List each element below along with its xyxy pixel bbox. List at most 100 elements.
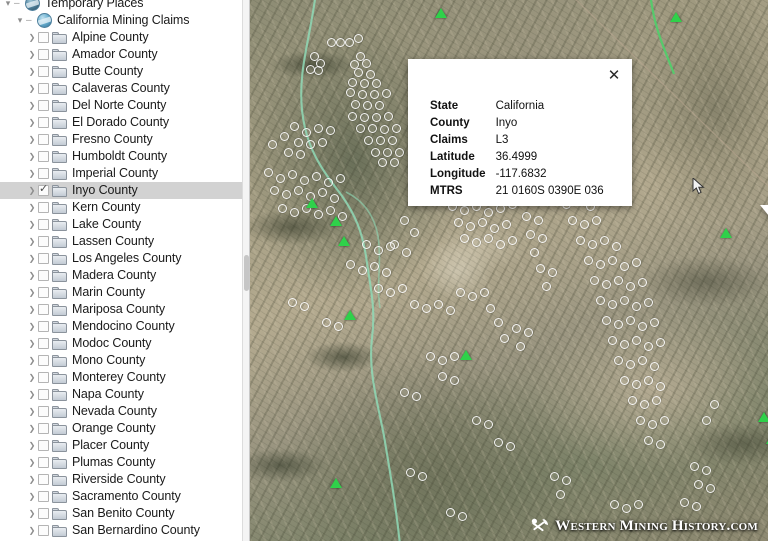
mining-claim-marker[interactable] xyxy=(600,236,609,245)
mining-claim-marker[interactable] xyxy=(395,148,404,157)
mining-claim-marker[interactable] xyxy=(638,278,647,287)
tree-item-kern-county[interactable]: Kern County xyxy=(0,199,249,216)
chevron-right-icon[interactable] xyxy=(26,148,38,165)
mining-claim-marker[interactable] xyxy=(410,228,419,237)
mining-claim-marker[interactable] xyxy=(282,190,291,199)
mining-claim-marker[interactable] xyxy=(294,186,303,195)
mining-claim-marker[interactable] xyxy=(378,158,387,167)
checkbox[interactable] xyxy=(38,83,49,94)
mining-claim-marker[interactable] xyxy=(652,396,661,405)
mining-claim-marker[interactable] xyxy=(288,170,297,179)
mining-claim-marker[interactable] xyxy=(486,304,495,313)
places-tree[interactable]: Temporary Places California Mining Claims… xyxy=(0,0,249,539)
checkbox[interactable] xyxy=(38,457,49,468)
tree-item-el-dorado-county[interactable]: El Dorado County xyxy=(0,114,249,131)
mining-claim-marker[interactable] xyxy=(484,208,493,217)
chevron-right-icon[interactable] xyxy=(26,522,38,539)
chevron-down-icon[interactable] xyxy=(14,12,26,29)
mining-claim-marker[interactable] xyxy=(628,396,637,405)
tree-item-monterey-county[interactable]: Monterey County xyxy=(0,369,249,386)
mining-claim-marker[interactable] xyxy=(384,112,393,121)
mining-claim-marker[interactable] xyxy=(650,318,659,327)
mining-claim-marker[interactable] xyxy=(294,138,303,147)
mining-claim-marker[interactable] xyxy=(358,266,367,275)
mining-claim-marker[interactable] xyxy=(680,498,689,507)
mining-claim-marker[interactable] xyxy=(632,258,641,267)
mining-claim-marker[interactable] xyxy=(386,288,395,297)
mining-claim-marker[interactable] xyxy=(542,282,551,291)
mining-claim-marker[interactable] xyxy=(426,352,435,361)
mining-claim-marker[interactable] xyxy=(644,436,653,445)
chevron-right-icon[interactable] xyxy=(26,386,38,403)
places-panel[interactable]: Temporary Places California Mining Claims… xyxy=(0,0,250,541)
mining-claim-marker[interactable] xyxy=(530,248,539,257)
checkbox[interactable] xyxy=(38,236,49,247)
mining-claim-marker[interactable] xyxy=(312,172,321,181)
mining-claim-marker[interactable] xyxy=(454,218,463,227)
mining-claim-marker[interactable] xyxy=(500,334,509,343)
chevron-right-icon[interactable] xyxy=(26,420,38,437)
mining-claim-marker[interactable] xyxy=(562,476,571,485)
mining-claim-marker[interactable] xyxy=(372,113,381,122)
chevron-right-icon[interactable] xyxy=(26,233,38,250)
chevron-right-icon[interactable] xyxy=(26,114,38,131)
mining-claim-marker[interactable] xyxy=(490,224,499,233)
chevron-right-icon[interactable] xyxy=(26,403,38,420)
mining-claim-marker[interactable] xyxy=(318,188,327,197)
mining-claim-marker[interactable] xyxy=(390,158,399,167)
mining-claim-marker[interactable] xyxy=(376,136,385,145)
mine-site-marker[interactable] xyxy=(344,310,356,320)
mining-claim-marker[interactable] xyxy=(422,304,431,313)
chevron-right-icon[interactable] xyxy=(26,454,38,471)
mining-claim-marker[interactable] xyxy=(458,512,467,521)
mining-claim-marker[interactable] xyxy=(496,240,505,249)
mining-claim-marker[interactable] xyxy=(278,204,287,213)
mining-claim-marker[interactable] xyxy=(584,256,593,265)
checkbox[interactable] xyxy=(38,151,49,162)
chevron-right-icon[interactable] xyxy=(26,352,38,369)
mining-claim-marker[interactable] xyxy=(626,316,635,325)
mining-claim-marker[interactable] xyxy=(362,59,371,68)
chevron-right-icon[interactable] xyxy=(26,182,38,199)
mining-claim-marker[interactable] xyxy=(548,268,557,277)
mining-claim-marker[interactable] xyxy=(358,90,367,99)
mining-claim-marker[interactable] xyxy=(614,320,623,329)
mining-claim-marker[interactable] xyxy=(392,124,401,133)
mining-claim-marker[interactable] xyxy=(620,340,629,349)
mining-claim-marker[interactable] xyxy=(524,328,533,337)
checkbox[interactable] xyxy=(38,508,49,519)
checkbox[interactable] xyxy=(38,406,49,417)
checkbox[interactable] xyxy=(38,66,49,77)
mining-claim-marker[interactable] xyxy=(388,136,397,145)
mining-claim-marker[interactable] xyxy=(694,480,703,489)
checkbox[interactable] xyxy=(38,474,49,485)
checkbox[interactable] xyxy=(38,372,49,383)
mining-claim-marker[interactable] xyxy=(402,248,411,257)
checkbox[interactable] xyxy=(38,440,49,451)
mining-claim-marker[interactable] xyxy=(466,222,475,231)
mining-claim-marker[interactable] xyxy=(706,484,715,493)
tree-item-napa-county[interactable]: Napa County xyxy=(0,386,249,403)
tree-item-marin-county[interactable]: Marin County xyxy=(0,284,249,301)
mining-claim-marker[interactable] xyxy=(288,298,297,307)
mining-claim-marker[interactable] xyxy=(502,220,511,229)
mining-claim-marker[interactable] xyxy=(284,148,293,157)
mining-claim-marker[interactable] xyxy=(374,246,383,255)
mining-claim-marker[interactable] xyxy=(468,292,477,301)
claim-info-balloon[interactable]: ✕ State California County Inyo Claims L3 Latit… xyxy=(408,59,632,206)
mining-claim-marker[interactable] xyxy=(516,342,525,351)
checkbox[interactable] xyxy=(38,389,49,400)
checkbox[interactable] xyxy=(38,49,49,60)
mining-claim-marker[interactable] xyxy=(692,502,701,511)
mining-claim-marker[interactable] xyxy=(398,284,407,293)
tree-item-inyo-county[interactable]: Inyo County xyxy=(0,182,249,199)
mining-claim-marker[interactable] xyxy=(622,504,631,513)
mine-site-marker[interactable] xyxy=(670,12,682,22)
checkbox[interactable] xyxy=(38,355,49,366)
mining-claim-marker[interactable] xyxy=(460,234,469,243)
mining-claim-marker[interactable] xyxy=(276,174,285,183)
mining-claim-marker[interactable] xyxy=(620,296,629,305)
checkbox[interactable] xyxy=(38,183,49,196)
mining-claim-marker[interactable] xyxy=(326,206,335,215)
mining-claim-marker[interactable] xyxy=(346,260,355,269)
